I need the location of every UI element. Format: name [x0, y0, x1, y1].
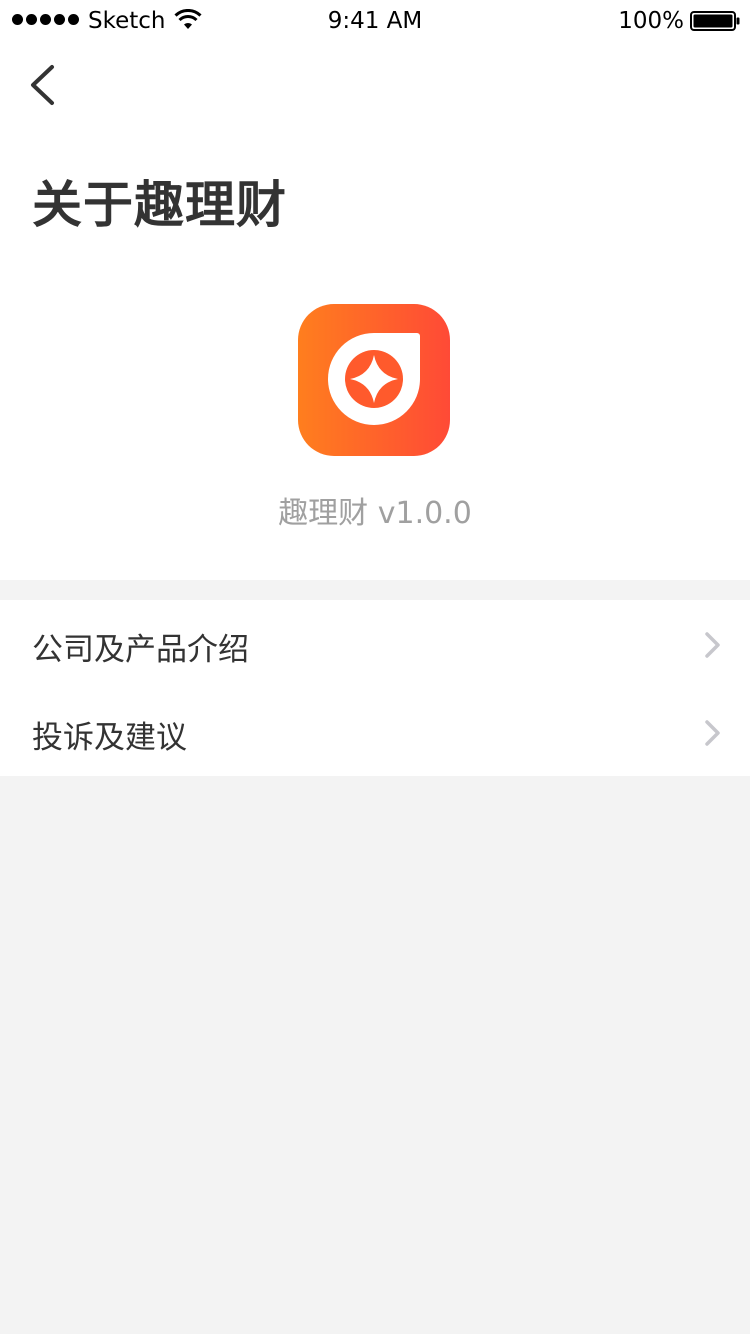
chevron-right-icon	[705, 632, 720, 658]
app-logo-icon	[298, 304, 450, 456]
header-section: Sketch 9:41 AM 100% 关于趣理财 趣理财 v1.0.0	[0, 0, 750, 580]
app-version: 趣理财 v1.0.0	[278, 496, 472, 531]
back-button[interactable]	[22, 58, 70, 112]
menu-item-label: 投诉及建议	[32, 720, 187, 756]
menu-item-label: 公司及产品介绍	[32, 632, 249, 668]
menu-list: 公司及产品介绍 投诉及建议	[0, 600, 750, 776]
menu-item-feedback[interactable]: 投诉及建议	[0, 688, 750, 776]
chevron-left-icon	[31, 65, 54, 105]
page-title: 关于趣理财	[32, 176, 287, 234]
battery-percent: 100%	[618, 8, 684, 34]
status-bar: Sketch 9:41 AM 100%	[0, 0, 750, 44]
chevron-right-icon	[705, 720, 720, 746]
menu-item-company-intro[interactable]: 公司及产品介绍	[0, 600, 750, 688]
battery-full-icon	[690, 11, 740, 31]
